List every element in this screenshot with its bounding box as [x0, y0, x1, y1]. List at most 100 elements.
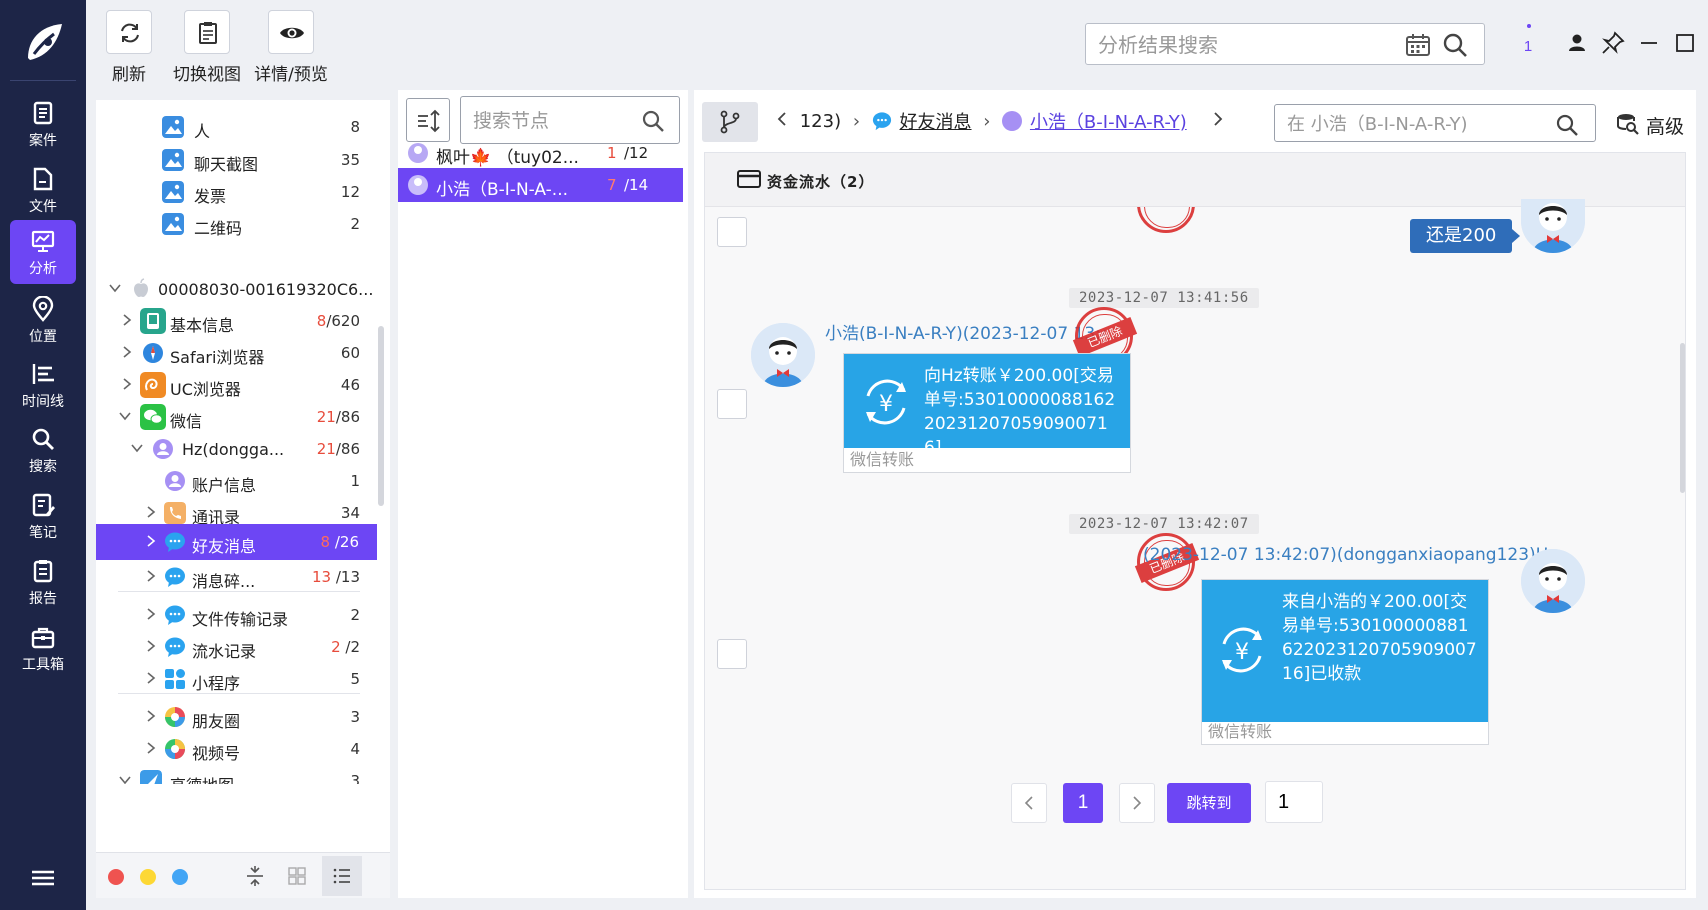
red-dot-filter[interactable] [108, 869, 124, 885]
tree-item[interactable]: 小程序 5 [96, 662, 378, 696]
tree-item[interactable]: 高德地图 3 [96, 764, 378, 784]
search-icon[interactable] [1441, 31, 1469, 59]
chevron-right-icon[interactable] [120, 377, 134, 391]
tree-item[interactable]: 人 8 [96, 110, 378, 144]
chat-scrollbar[interactable] [1680, 343, 1685, 493]
image-icon [162, 181, 184, 203]
node-search-input[interactable] [473, 109, 633, 133]
tree-item[interactable]: 聊天截图 35 [96, 143, 378, 177]
notification-badge[interactable]: 1 [1518, 24, 1538, 58]
in-node-search-input[interactable] [1287, 112, 1547, 136]
chevron-right-icon[interactable] [144, 639, 158, 653]
avatar [1521, 199, 1585, 253]
tree-item[interactable]: 账户信息 1 [96, 464, 378, 498]
chevron-down-icon[interactable] [130, 441, 144, 455]
chevron-right-icon[interactable] [144, 671, 158, 685]
message-sender: 小浩(B-I-N-A-R-Y)(2023-12-07 13:41:56) [825, 324, 1105, 344]
tree-item[interactable]: 消息碎... 13 /13 [96, 560, 378, 594]
tree-item[interactable]: UC浏览器 46 [96, 368, 378, 402]
chevron-right-icon[interactable] [120, 345, 134, 359]
chevron-right-icon[interactable] [144, 607, 158, 621]
jump-to-button[interactable]: 跳转到 [1167, 783, 1251, 823]
menu-icon[interactable] [30, 868, 56, 888]
transfer-card[interactable]: ¥ 来自小浩的￥200.00[交易单号:53010000088162202312… [1201, 579, 1489, 745]
chevron-right-icon[interactable] [144, 741, 158, 755]
chevron-right-icon[interactable] [144, 534, 158, 548]
nav-report[interactable]: 报告 [10, 550, 76, 614]
blue-dot-filter[interactable] [172, 869, 188, 885]
chat-bubble-icon [872, 111, 892, 131]
sort-icon [418, 109, 440, 133]
tree-item-account[interactable]: Hz(dongga... 21/86 [96, 432, 378, 466]
message-checkbox[interactable] [717, 217, 747, 247]
user-icon[interactable] [1564, 30, 1590, 56]
user-avatar-icon [153, 439, 173, 459]
nav-note[interactable]: 笔记 [10, 484, 76, 548]
tree-item-friend-messages[interactable]: 好友消息 8 /26 [96, 524, 377, 560]
breadcrumb-current[interactable]: 小浩（B-I-N-A-R-Y) [1030, 108, 1187, 134]
next-page-button[interactable] [1119, 783, 1155, 823]
nav-analysis[interactable]: 分析 [10, 220, 76, 284]
details-preview-button[interactable]: 详情/预览 [252, 10, 330, 86]
image-icon [162, 116, 184, 138]
calendar-icon[interactable] [1404, 32, 1432, 58]
node-item-selected[interactable]: 小浩（B-I-N-A-... 7 /14 [398, 168, 683, 202]
tree-item[interactable]: 基本信息 8/620 [96, 304, 378, 338]
tree-scrollbar[interactable] [378, 326, 384, 506]
branch-button[interactable] [702, 102, 758, 142]
chevron-right-icon[interactable] [120, 313, 134, 327]
node-item[interactable]: 枫叶🍁 （tuy02... 1 /12 [398, 136, 683, 170]
current-page-button[interactable]: 1 [1063, 783, 1103, 823]
search-icon[interactable] [641, 109, 665, 133]
collapse-all-button[interactable] [238, 859, 272, 893]
basic-info-icon [140, 308, 166, 334]
chevron-right-icon[interactable] [144, 505, 158, 519]
nav-toolbox[interactable]: 工具箱 [10, 616, 76, 680]
analysis-icon [31, 230, 55, 252]
chevron-right-icon[interactable] [144, 709, 158, 723]
analysis-search-input[interactable] [1098, 32, 1388, 58]
refresh-icon [121, 23, 139, 43]
tree-item[interactable]: 发票 12 [96, 175, 378, 209]
chevron-right-icon[interactable] [144, 569, 158, 583]
chevron-right-icon[interactable] [1212, 111, 1224, 132]
prev-page-button[interactable] [1011, 783, 1047, 823]
chevron-left-icon[interactable] [776, 111, 788, 132]
refresh-button[interactable]: 刷新 [104, 10, 154, 86]
chevron-down-icon[interactable] [108, 281, 122, 295]
nav-case[interactable]: 案件 [10, 92, 76, 156]
yellow-dot-filter[interactable] [140, 869, 156, 885]
breadcrumb-section[interactable]: 好友消息 [900, 108, 972, 134]
pin-icon[interactable] [1600, 30, 1626, 56]
page-number-input[interactable] [1265, 781, 1323, 823]
message-checkbox[interactable] [717, 389, 747, 419]
nav-search[interactable]: 搜索 [10, 418, 76, 482]
minimize-icon[interactable] [1636, 30, 1662, 56]
list-view-button[interactable] [322, 856, 362, 896]
tree-item[interactable]: 朋友圈 3 [96, 700, 378, 734]
tree-item[interactable]: 流水记录 2 /2 [96, 630, 378, 664]
nav-timeline[interactable]: 时间线 [10, 353, 76, 417]
grid-view-button[interactable] [280, 859, 314, 893]
nav-location[interactable]: 位置 [10, 288, 76, 352]
in-node-search-box[interactable] [1274, 104, 1596, 142]
tree-item-wechat[interactable]: 微信 21/86 [96, 400, 378, 434]
chevron-down-icon[interactable] [118, 409, 132, 423]
analysis-search-box[interactable] [1085, 23, 1485, 65]
switch-view-button[interactable]: 切换视图 [168, 10, 246, 86]
nav-file[interactable]: 文件 [10, 158, 76, 222]
tree-device[interactable]: 00008030-001619320C6... [96, 272, 378, 306]
amap-icon [140, 770, 162, 784]
tree-item[interactable]: 文件传输记录 2 [96, 598, 378, 632]
advanced-search-button[interactable]: 高级 [1612, 104, 1692, 142]
search-icon[interactable] [1555, 113, 1579, 137]
channels-icon [165, 739, 185, 759]
tree-item[interactable]: 二维码 2 [96, 207, 378, 241]
chevron-down-icon[interactable] [118, 773, 132, 784]
maximize-icon[interactable] [1672, 30, 1698, 56]
message-checkbox[interactable] [717, 639, 747, 669]
app-logo-icon [18, 18, 68, 68]
tree-item[interactable]: Safari浏览器 60 [96, 336, 378, 370]
transfer-card[interactable]: ¥ 向Hz转账￥200.00[交易单号:53010000088162202312… [843, 353, 1131, 473]
tree-item[interactable]: 视频号 4 [96, 732, 378, 766]
